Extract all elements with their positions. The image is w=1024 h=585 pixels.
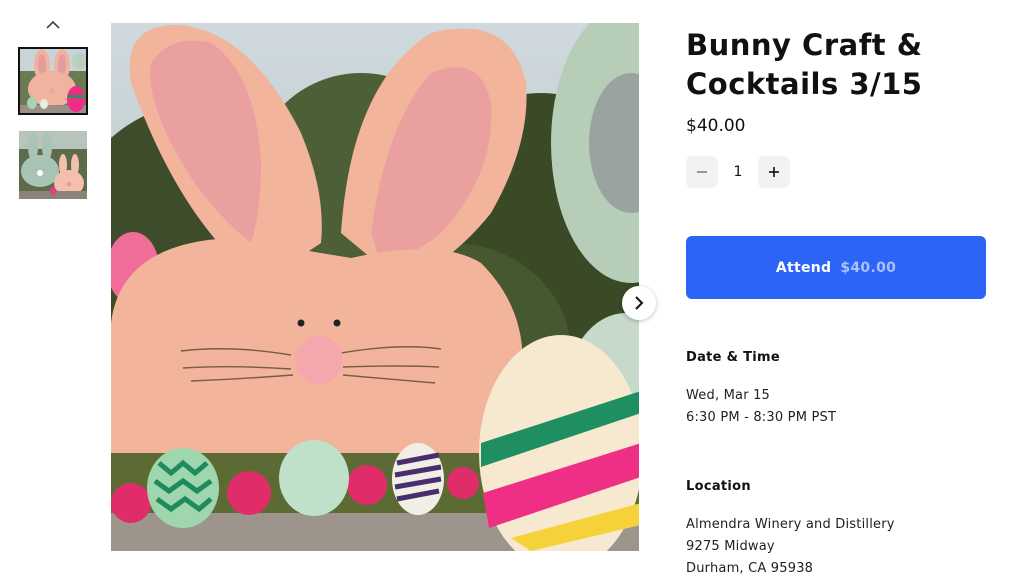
chevron-up-icon (46, 20, 60, 29)
location-venue: Almendra Winery and Distillery (686, 517, 895, 532)
plus-icon (769, 167, 779, 177)
chevron-right-icon (635, 296, 644, 310)
event-price: $40.00 (686, 116, 746, 136)
date-time-heading: Date & Time (686, 350, 780, 365)
event-time: 6:30 PM - 8:30 PM PST (686, 410, 837, 425)
quantity-stepper: 1 (686, 156, 790, 188)
pink-bunny-craft-photo (111, 23, 639, 551)
pink-bunny-thumbnail (20, 49, 86, 113)
attend-button-price: $40.00 (840, 259, 897, 276)
main-product-image (111, 23, 639, 551)
gallery-thumbnail-2[interactable] (19, 131, 87, 199)
event-title: Bunny Craft & Cocktails 3/15 (686, 28, 923, 101)
quantity-increase-button[interactable] (758, 156, 790, 188)
attend-button[interactable]: Attend $40.00 (686, 236, 986, 299)
event-date: Wed, Mar 15 (686, 388, 771, 403)
minus-icon (697, 171, 707, 173)
quantity-decrease-button[interactable] (686, 156, 718, 188)
bunny-pair-thumbnail (19, 131, 87, 199)
location-street: 9275 Midway (686, 539, 775, 554)
gallery-thumbnail-1[interactable] (18, 47, 88, 115)
location-heading: Location (686, 479, 751, 494)
attend-button-label: Attend (775, 259, 832, 276)
gallery-up-button[interactable] (44, 18, 62, 32)
quantity-value[interactable]: 1 (718, 164, 758, 180)
location-city: Durham, CA 95938 (686, 561, 814, 576)
gallery-next-button[interactable] (622, 286, 656, 320)
